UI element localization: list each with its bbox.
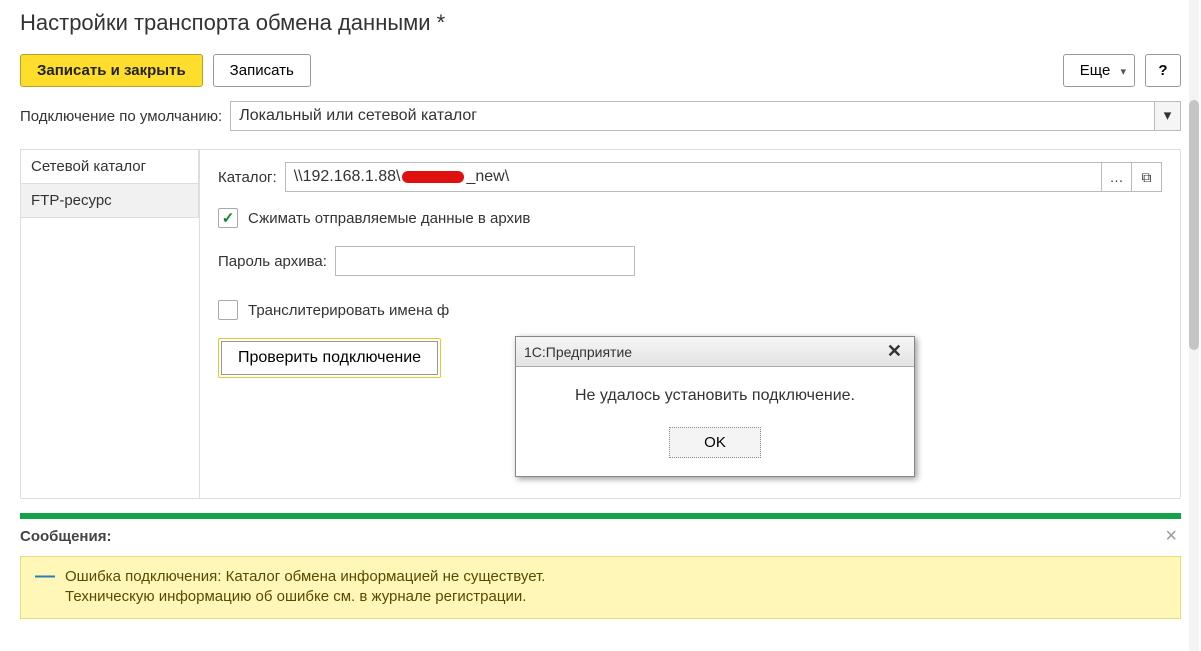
catalog-input[interactable]: \\192.168.1.88\ _new\: [285, 162, 1102, 192]
open-external-icon: ⧉: [1142, 169, 1152, 185]
messages-heading: Сообщения:: [20, 528, 111, 545]
translit-checkbox[interactable]: [218, 300, 238, 320]
help-button[interactable]: ?: [1145, 54, 1181, 87]
default-connection-select[interactable]: Локальный или сетевой каталог: [230, 101, 1155, 131]
error-dialog: 1С:Предприятие ✕ Не удалось установить п…: [515, 336, 915, 477]
save-button[interactable]: Записать: [213, 54, 311, 87]
toolbar: Записать и закрыть Записать Еще ▾ ?: [20, 54, 1181, 87]
save-close-button[interactable]: Записать и закрыть: [20, 54, 203, 87]
dialog-ok-button[interactable]: OK: [669, 427, 761, 458]
close-icon: ✕: [887, 341, 902, 361]
close-messages-button[interactable]: ×: [1161, 525, 1181, 548]
catalog-label: Каталог:: [218, 169, 277, 186]
archive-password-label: Пароль архива:: [218, 253, 327, 270]
compress-checkbox[interactable]: ✓: [218, 208, 238, 228]
tab-network-catalog[interactable]: Сетевой каталог: [20, 149, 199, 184]
chevron-down-icon: ▾: [1164, 107, 1172, 124]
catalog-value-prefix: \\192.168.1.88\: [294, 168, 401, 185]
catalog-browse-button[interactable]: …: [1102, 162, 1132, 192]
translit-label: Транслитерировать имена ф: [248, 302, 449, 319]
minus-icon: —: [35, 567, 55, 585]
page-title: Настройки транспорта обмена данными *: [20, 10, 1181, 36]
message-item[interactable]: — Ошибка подключения: Каталог обмена инф…: [20, 556, 1181, 619]
tab-ftp-resource[interactable]: FTP-ресурс: [20, 183, 199, 218]
dialog-close-button[interactable]: ✕: [883, 341, 906, 362]
test-connection-button[interactable]: Проверить подключение: [221, 341, 438, 375]
default-connection-label: Подключение по умолчанию:: [20, 108, 222, 125]
archive-password-input[interactable]: [335, 246, 635, 276]
dialog-message: Не удалось установить подключение.: [532, 387, 898, 405]
more-button-label: Еще: [1080, 62, 1111, 79]
redacted-text: [402, 171, 464, 183]
scrollbar-thumb[interactable]: [1189, 100, 1199, 350]
message-line-2: Техническую информацию об ошибке см. в ж…: [65, 588, 526, 605]
more-button[interactable]: Еще ▾: [1063, 54, 1135, 87]
vertical-scrollbar[interactable]: [1189, 0, 1199, 651]
catalog-value-suffix: _new\: [466, 168, 509, 185]
close-icon: ×: [1165, 525, 1177, 547]
default-connection-dropdown-button[interactable]: ▾: [1155, 101, 1181, 131]
message-line-1: Ошибка подключения: Каталог обмена инфор…: [65, 568, 545, 585]
tabs: Сетевой каталог FTP-ресурс: [20, 149, 200, 498]
chevron-down-icon: ▾: [1120, 65, 1126, 78]
messages-divider: [20, 513, 1181, 519]
ellipsis-icon: …: [1110, 169, 1124, 185]
dialog-titlebar[interactable]: 1С:Предприятие ✕: [516, 337, 914, 367]
check-icon: ✓: [222, 209, 235, 227]
catalog-open-button[interactable]: ⧉: [1132, 162, 1162, 192]
dialog-title: 1С:Предприятие: [524, 344, 632, 360]
message-text: Ошибка подключения: Каталог обмена инфор…: [65, 567, 545, 608]
default-connection-row: Подключение по умолчанию: Локальный или …: [20, 101, 1181, 131]
compress-label: Сжимать отправляемые данные в архив: [248, 210, 530, 227]
